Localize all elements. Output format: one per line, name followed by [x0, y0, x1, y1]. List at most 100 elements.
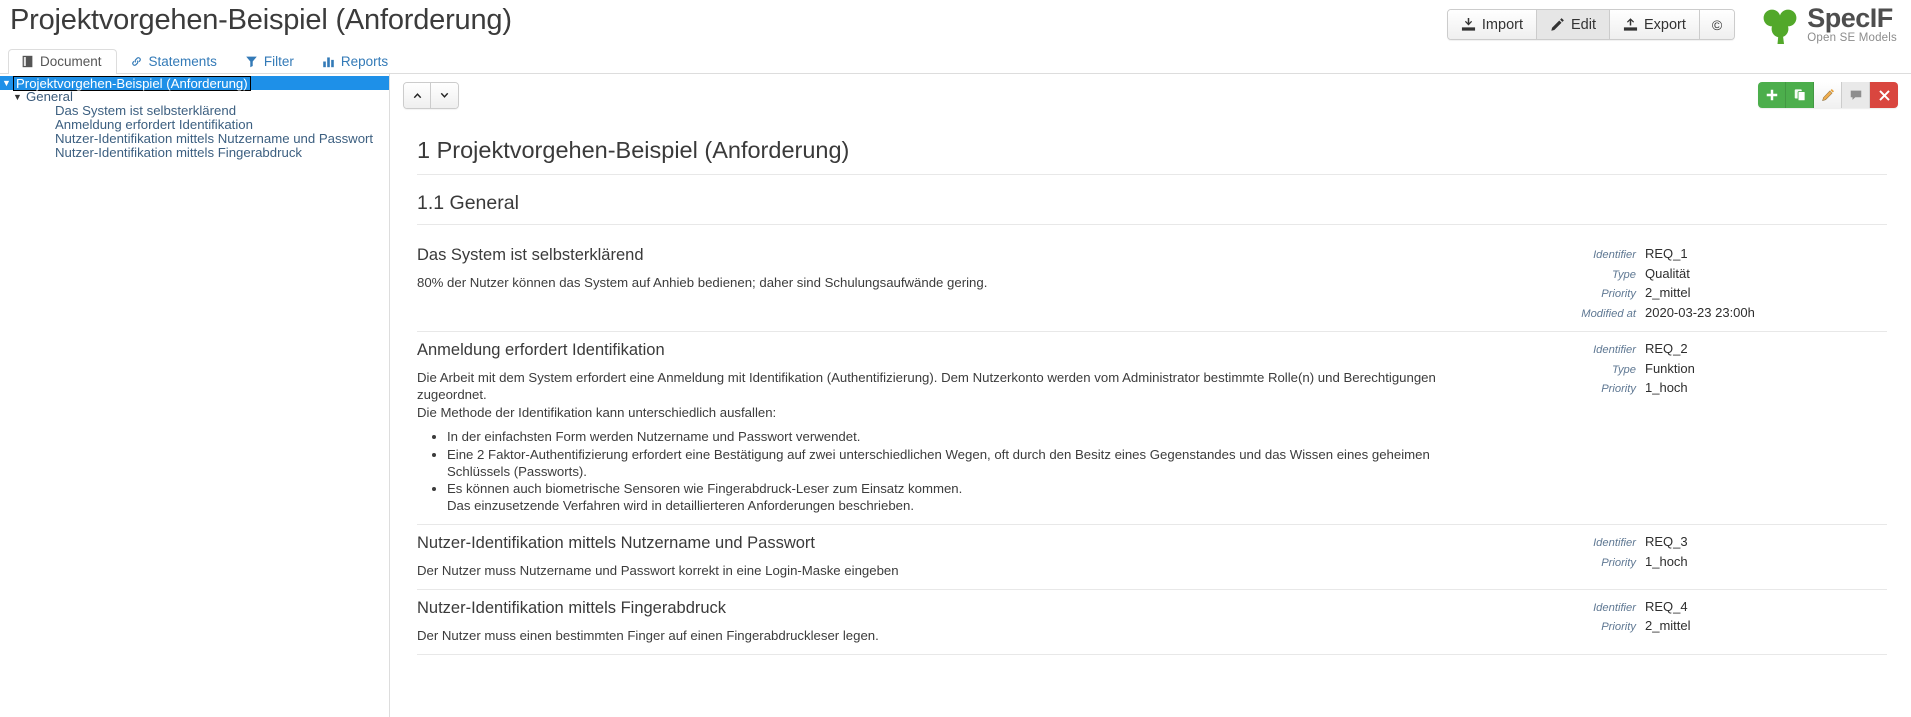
delete-button[interactable]	[1870, 82, 1898, 108]
pencil-icon	[1821, 88, 1834, 101]
property-row: Priority 2_mittel	[1467, 284, 1887, 304]
app-window: Projektvorgehen-Beispiel (Anforderung) I…	[0, 0, 1911, 717]
resource-main: Anmeldung erfordert Identifikation Die Ar…	[417, 339, 1467, 516]
specif-logo: SpecIF Open SE Models	[1761, 5, 1897, 45]
description-bullet: In der einfachsten Form werden Nutzernam…	[447, 429, 1447, 446]
property-row: Type Funktion	[1467, 360, 1887, 380]
resource-title: Nutzer-Identifikation mittels Fingerabdr…	[417, 598, 727, 617]
property-value: 1_hoch	[1645, 553, 1688, 569]
body-split: ▼ Projektvorgehen-Beispiel (Anforderung) ▼…	[0, 74, 1911, 717]
tab-reports[interactable]: Reports	[309, 49, 403, 75]
move-down-button[interactable]	[431, 83, 458, 108]
twisty-icon[interactable]: ▼	[0, 76, 13, 90]
tab-filter-label: Filter	[263, 53, 294, 69]
tree-item-label: General	[26, 89, 73, 104]
edit-resource-button[interactable]	[1814, 82, 1842, 108]
property-value: 2020-03-23 23:00h	[1645, 304, 1755, 320]
property-label: Identifier	[1593, 537, 1636, 550]
property-row: Identifier REQ_2	[1467, 340, 1887, 360]
resource-main: Das System ist selbsterklärend 80% der Nu…	[417, 244, 1467, 323]
property-row: Priority 1_hoch	[1467, 379, 1887, 399]
property-row: Priority 2_mittel	[1467, 617, 1887, 637]
tree-item-label: Nutzer-Identifikation mittels Fingerabdr…	[55, 145, 303, 160]
copy-icon	[1794, 89, 1806, 102]
resource-item[interactable]: Nutzer-Identifikation mittels Nutzername…	[417, 525, 1887, 590]
property-label: Priority	[1601, 621, 1636, 634]
property-row: Priority 1_hoch	[1467, 553, 1887, 573]
property-label: Identifier	[1593, 601, 1636, 614]
property-value: 2_mittel	[1645, 285, 1691, 301]
copyright-button[interactable]: ©	[1699, 10, 1735, 40]
document-content: 1 Projektvorgehen-Beispiel (Anforderung)…	[390, 116, 1911, 655]
export-icon	[1623, 17, 1638, 32]
export-label: Export	[1644, 16, 1686, 33]
property-row: Identifier REQ_4	[1467, 598, 1887, 618]
bar-chart-icon	[322, 55, 335, 68]
page-title: Projektvorgehen-Beispiel (Anforderung)	[10, 4, 512, 36]
move-up-button[interactable]	[404, 83, 431, 108]
funnel-icon	[245, 55, 258, 68]
header-toolbar: Import Edit Export © SpecIF Open SE Mode…	[1446, 5, 1911, 45]
tab-reports-label: Reports	[340, 53, 389, 69]
description-paragraph: Die Methode der Identifikation kann unte…	[417, 404, 777, 420]
logo-name: SpecIF	[1807, 3, 1893, 33]
tab-filter[interactable]: Filter	[232, 49, 309, 75]
clone-button[interactable]	[1786, 82, 1814, 108]
property-value: REQ_3	[1645, 534, 1688, 550]
tree-item[interactable]: ▼ General	[0, 90, 389, 104]
property-value: 2_mittel	[1645, 618, 1691, 634]
resource-properties: Identifier REQ_2 Type Funktion Priority 1_hoc…	[1467, 339, 1887, 516]
resource-tree: ▼ Projektvorgehen-Beispiel (Anforderung) ▼…	[0, 75, 389, 160]
tree-item[interactable]: Nutzer-Identifikation mittels Fingerabdr…	[0, 146, 389, 160]
tree-item[interactable]: Das System ist selbsterklärend	[0, 104, 389, 118]
resource-description: Die Arbeit mit dem System erfordert eine…	[417, 370, 1447, 515]
import-button[interactable]: Import	[1447, 10, 1537, 40]
resource-item[interactable]: Das System ist selbsterklärend 80% der Nu…	[417, 237, 1887, 333]
description-bullet: Eine 2 Faktor-Authentifizierung erforder…	[447, 447, 1447, 481]
tree-item[interactable]: Nutzer-Identifikation mittels Nutzername…	[0, 132, 389, 146]
app-header: Projektvorgehen-Beispiel (Anforderung) I…	[0, 0, 1911, 46]
edit-button[interactable]: Edit	[1537, 10, 1610, 40]
comment-button[interactable]	[1842, 82, 1870, 108]
description-paragraph: Die Arbeit mit dem System erfordert eine…	[417, 370, 1436, 402]
resource-item[interactable]: Nutzer-Identifikation mittels Fingerabdr…	[417, 590, 1887, 655]
copyright-label: ©	[1711, 16, 1723, 33]
property-label: Identifier	[1593, 249, 1636, 262]
document-icon	[21, 55, 34, 68]
close-icon	[1878, 89, 1890, 101]
resource-description: 80% der Nutzer können das System auf Anh…	[417, 275, 1447, 292]
property-label: Modified at	[1581, 307, 1636, 320]
tree-item[interactable]: Anmeldung erfordert Identifikation	[0, 118, 389, 132]
property-value: REQ_2	[1645, 341, 1688, 357]
description-paragraph: Der Nutzer muss Nutzername und Passwort …	[417, 563, 899, 578]
resource-action-group	[1758, 82, 1898, 108]
property-value: Qualität	[1645, 265, 1690, 281]
resource-title: Anmeldung erfordert Identifikation	[417, 341, 665, 360]
property-value: Funktion	[1645, 360, 1695, 376]
logo-text: SpecIF Open SE Models	[1807, 5, 1897, 45]
import-icon	[1461, 17, 1476, 32]
property-row: Identifier REQ_1	[1467, 245, 1887, 265]
tab-document[interactable]: Document	[8, 48, 117, 74]
plus-icon	[1766, 89, 1777, 101]
add-button[interactable]	[1758, 82, 1786, 108]
property-value: REQ_1	[1645, 246, 1688, 262]
tree-sidebar[interactable]: ▼ Projektvorgehen-Beispiel (Anforderung) ▼…	[0, 74, 390, 717]
property-row: Modified at 2020-03-23 23:00h	[1467, 304, 1887, 324]
property-label: Type	[1611, 363, 1636, 376]
property-row: Identifier REQ_3	[1467, 533, 1887, 553]
tree-item[interactable]: ▼ Projektvorgehen-Beispiel (Anforderung)	[0, 75, 389, 91]
property-label: Priority	[1601, 556, 1636, 569]
logo-tagline: Open SE Models	[1807, 32, 1897, 44]
tab-document-label: Document	[40, 53, 102, 69]
export-button[interactable]: Export	[1610, 10, 1700, 40]
property-row: Type Qualität	[1467, 265, 1887, 285]
resource-item[interactable]: Anmeldung erfordert Identifikation Die Ar…	[417, 332, 1887, 526]
description-paragraph: 80% der Nutzer können das System auf Anh…	[417, 275, 988, 291]
chevron-up-icon	[413, 93, 421, 99]
resource-main: Nutzer-Identifikation mittels Nutzername…	[417, 532, 1467, 581]
twisty-icon[interactable]: ▼	[11, 90, 24, 104]
tab-statements[interactable]: Statements	[117, 49, 232, 75]
property-label: Priority	[1601, 288, 1636, 301]
property-label: Type	[1611, 268, 1636, 281]
